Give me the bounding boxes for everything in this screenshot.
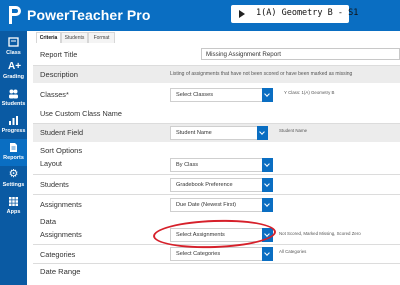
sidebar-item-label: Grading — [2, 74, 25, 80]
sidebar-item-reports[interactable]: Reports — [0, 139, 27, 166]
categories-label: Categories — [40, 250, 76, 259]
chevron-down-icon — [257, 126, 268, 140]
custom-class-label: Use Custom Class Name — [40, 109, 122, 118]
sidebar-item-label: Settings — [2, 182, 25, 188]
assignments-sort-select[interactable]: Due Date (Newest First) — [170, 198, 273, 212]
report-title-label: Report Title — [40, 50, 78, 59]
student-field-label: Student Field — [40, 128, 83, 137]
student-field-select[interactable]: Student Name — [170, 126, 268, 140]
class-selector-label: 1(A) Geometry B - S1 — [256, 8, 359, 18]
assignments-row: Assignments Select Assignments Not Score… — [33, 226, 400, 243]
layout-select-value: By Class — [176, 162, 199, 168]
assignments-note: Not Scored, Marked Missing, Scored Zero — [279, 231, 361, 236]
students-icon — [9, 89, 18, 99]
data-heading: Data — [40, 217, 57, 226]
students-sort-label: Students — [40, 180, 69, 189]
assignments-sort-label: Assignments — [40, 200, 82, 209]
sidebar-item-label: Reports — [3, 155, 24, 161]
classes-select[interactable]: Select Classes — [170, 88, 273, 102]
divider — [33, 174, 400, 175]
divider — [33, 194, 400, 195]
categories-select-value: Select Categories — [176, 251, 221, 257]
chevron-down-icon — [262, 178, 273, 192]
assignments-select-value: Select Assignments — [176, 232, 225, 238]
app-title: PowerTeacher Pro — [27, 7, 151, 23]
divider — [33, 263, 400, 264]
layout-label: Layout — [40, 159, 62, 168]
student-field-select-value: Student Name — [176, 130, 212, 136]
report-title-row: Report Title Missing Assignment Report — [33, 46, 400, 64]
date-range-heading: Date Range — [40, 267, 81, 276]
description-text: Listing of assignments that have not bee… — [170, 71, 353, 77]
description-label: Description — [40, 70, 78, 79]
class-selector-button[interactable]: 1(A) Geometry B - S1 — [231, 5, 358, 23]
date-range-section: Date Range — [33, 265, 400, 280]
chevron-down-icon — [262, 158, 273, 172]
description-row: Description Listing of assignments that … — [33, 66, 400, 83]
classes-row: Classes* Select Classes Y Class: 1(A) Ge… — [33, 86, 400, 105]
assignments-sort-row: Assignments Due Date (Newest First) — [33, 196, 400, 213]
custom-class-row: Use Custom Class Name — [33, 106, 400, 122]
play-icon — [239, 10, 245, 18]
top-bar: PowerTeacher Pro 1(A) Geometry B - S1 — [0, 0, 400, 31]
chevron-down-icon — [262, 247, 273, 261]
sidebar-item-label: Students — [1, 101, 26, 107]
powerschool-logo-icon — [9, 6, 21, 24]
sidebar-item-progress[interactable]: Progress — [0, 112, 27, 139]
students-sort-select-value: Gradebook Preference — [176, 182, 233, 188]
tab-criteria[interactable]: Criteria — [36, 32, 61, 43]
apps-grid-icon — [9, 197, 18, 206]
sidebar-item-label: Progress — [1, 128, 26, 134]
sidebar-item-label: Apps — [6, 209, 21, 215]
students-sort-select[interactable]: Gradebook Preference — [170, 178, 273, 192]
grading-icon: A+ — [8, 61, 22, 72]
classes-select-value: Select Classes — [176, 92, 213, 98]
categories-row: Categories Select Categories All Categor… — [33, 245, 400, 262]
categories-note: All Categories — [279, 249, 307, 254]
sort-options-heading: Sort Options — [40, 146, 83, 155]
categories-select[interactable]: Select Categories — [170, 247, 273, 261]
chevron-down-icon — [262, 228, 273, 242]
sidebar-item-settings[interactable]: ⚙ Settings — [0, 166, 27, 193]
student-field-row: Student Field Student Name Student Name — [33, 124, 400, 142]
sidebar-item-grading[interactable]: A+ Grading — [0, 58, 27, 85]
report-title-input[interactable]: Missing Assignment Report — [201, 48, 400, 60]
sidebar: Class A+ Grading Students Progress Repor… — [0, 31, 27, 285]
classes-note: Y Class: 1(A) Geometry B — [284, 90, 335, 95]
sidebar-item-students[interactable]: Students — [0, 85, 27, 112]
tab-format[interactable]: Format — [88, 32, 115, 43]
tab-students[interactable]: Students — [61, 32, 88, 43]
layout-row: Layout By Class — [33, 156, 400, 173]
chevron-down-icon — [262, 88, 273, 102]
gear-icon: ⚙ — [8, 168, 19, 180]
reports-icon — [10, 143, 17, 152]
class-icon — [8, 37, 19, 47]
layout-select[interactable]: By Class — [170, 158, 273, 172]
chevron-down-icon — [262, 198, 273, 212]
sidebar-item-class[interactable]: Class — [0, 34, 27, 61]
assignments-label: Assignments — [40, 230, 82, 239]
students-sort-row: Students Gradebook Preference — [33, 176, 400, 193]
sidebar-item-apps[interactable]: Apps — [0, 193, 27, 220]
sidebar-item-label: Class — [6, 50, 21, 56]
assignments-sort-select-value: Due Date (Newest First) — [176, 202, 236, 208]
student-field-note: Student Name — [279, 128, 308, 133]
classes-label: Classes* — [40, 90, 69, 99]
assignments-select[interactable]: Select Assignments — [170, 228, 273, 242]
progress-icon — [9, 116, 18, 125]
